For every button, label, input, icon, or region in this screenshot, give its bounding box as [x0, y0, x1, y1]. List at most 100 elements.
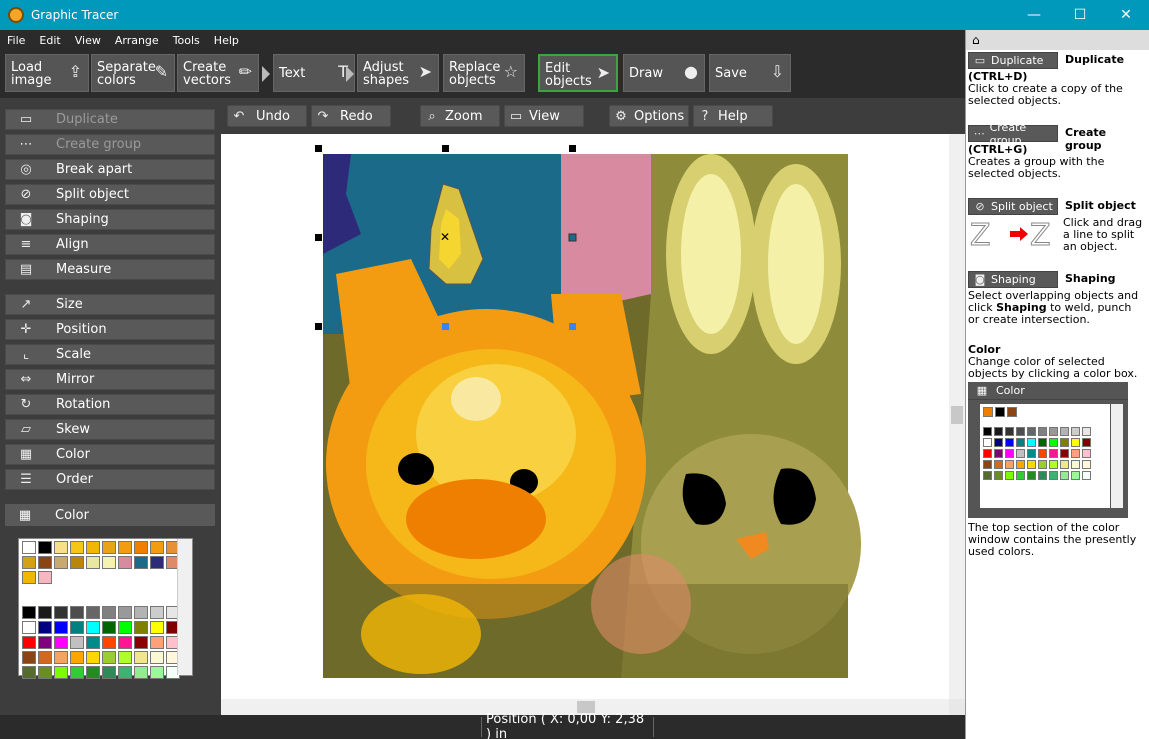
color-swatch[interactable] [1027, 449, 1036, 458]
menu-edit[interactable]: Edit [32, 34, 67, 47]
color-swatch[interactable] [54, 556, 68, 569]
color-swatch[interactable] [1049, 427, 1058, 436]
color-swatch[interactable] [1005, 427, 1014, 436]
color-swatch[interactable] [1049, 471, 1058, 480]
color-swatch[interactable] [38, 621, 52, 634]
create-group-tool[interactable]: ⋯ Create group [5, 134, 215, 155]
zoom-button[interactable]: ⌕ Zoom [420, 105, 500, 127]
color-swatch[interactable] [134, 541, 148, 554]
color-swatch[interactable] [70, 621, 84, 634]
color-swatch[interactable] [150, 606, 164, 619]
color-swatch[interactable] [1071, 460, 1080, 469]
color-swatch[interactable] [70, 556, 84, 569]
color-swatch[interactable] [102, 666, 116, 679]
color-swatch[interactable] [70, 651, 84, 664]
color-swatch[interactable] [1027, 438, 1036, 447]
color-swatch[interactable] [86, 606, 100, 619]
color-swatch[interactable] [22, 556, 36, 569]
color-swatch[interactable] [1038, 460, 1047, 469]
color-swatch[interactable] [38, 571, 52, 584]
home-icon[interactable]: ⌂ [972, 33, 980, 47]
color-swatch[interactable] [1005, 471, 1014, 480]
maximize-button[interactable]: ☐ [1057, 0, 1103, 30]
color-swatch[interactable] [983, 438, 992, 447]
color-swatch[interactable] [983, 449, 992, 458]
color-swatch[interactable] [1038, 427, 1047, 436]
color-swatch[interactable] [1071, 427, 1080, 436]
color-swatch[interactable] [1071, 471, 1080, 480]
color-swatch[interactable] [22, 606, 36, 619]
canvas-vertical-scrollbar[interactable] [949, 134, 965, 699]
color-swatch[interactable] [150, 541, 164, 554]
color-swatch[interactable] [1082, 438, 1091, 447]
color-swatch[interactable] [38, 606, 52, 619]
menu-file[interactable]: File [0, 34, 32, 47]
color-swatch[interactable] [118, 636, 132, 649]
color-swatch[interactable] [1005, 449, 1014, 458]
edit-objects-button[interactable]: Edit objects ➤ [538, 54, 618, 92]
color-swatch[interactable] [54, 666, 68, 679]
color-swatch[interactable] [1049, 438, 1058, 447]
color-swatch[interactable] [38, 541, 52, 554]
color-swatch[interactable] [1038, 471, 1047, 480]
drawing-canvas[interactable]: ✕ [221, 134, 949, 699]
color-swatch[interactable] [1016, 471, 1025, 480]
view-button[interactable]: ▭ View [504, 105, 584, 127]
color-swatch[interactable] [118, 541, 132, 554]
draw-button[interactable]: Draw ● [623, 54, 705, 92]
color-swatch[interactable] [1027, 427, 1036, 436]
color-swatch[interactable] [994, 460, 1003, 469]
traced-artwork[interactable]: ✕ [221, 134, 949, 699]
color-swatch[interactable] [38, 556, 52, 569]
color-swatch[interactable] [134, 606, 148, 619]
color-swatch[interactable] [1060, 471, 1069, 480]
color-swatch[interactable] [22, 571, 36, 584]
color-swatch[interactable] [994, 471, 1003, 480]
color-swatch[interactable] [1060, 449, 1069, 458]
scale-tool[interactable]: ⌞ Scale [5, 344, 215, 365]
color-swatch[interactable] [983, 427, 992, 436]
color-swatch[interactable] [1016, 438, 1025, 447]
color-swatch[interactable] [134, 556, 148, 569]
color-swatch[interactable] [1060, 427, 1069, 436]
replace-objects-button[interactable]: Replace objects ☆ [443, 54, 525, 92]
color-swatch[interactable] [1071, 438, 1080, 447]
color-swatch[interactable] [1038, 449, 1047, 458]
color-swatch[interactable] [118, 556, 132, 569]
color-swatch[interactable] [38, 666, 52, 679]
color-swatch[interactable] [118, 651, 132, 664]
color-swatch[interactable] [1016, 460, 1025, 469]
color-swatch[interactable] [994, 427, 1003, 436]
color-swatch[interactable] [1005, 438, 1014, 447]
position-tool[interactable]: ✛ Position [5, 319, 215, 340]
color-swatch[interactable] [1038, 438, 1047, 447]
color-swatch[interactable] [994, 449, 1003, 458]
color-swatch[interactable] [118, 666, 132, 679]
color-swatch[interactable] [150, 556, 164, 569]
color-swatch[interactable] [1027, 471, 1036, 480]
mirror-tool[interactable]: ⇔ Mirror [5, 369, 215, 390]
color-swatch[interactable] [22, 636, 36, 649]
color-swatch[interactable] [102, 651, 116, 664]
color-swatch[interactable] [86, 556, 100, 569]
color-swatch[interactable] [118, 606, 132, 619]
color-swatch[interactable] [118, 621, 132, 634]
vertical-scroll-thumb[interactable] [951, 406, 963, 424]
color-swatch[interactable] [150, 636, 164, 649]
color-tool[interactable]: ▦ Color [5, 444, 215, 465]
color-swatch[interactable] [54, 606, 68, 619]
color-swatch[interactable] [102, 636, 116, 649]
color-swatch[interactable] [983, 460, 992, 469]
options-button[interactable]: ⚙ Options [609, 105, 689, 127]
minimize-button[interactable]: — [1011, 0, 1057, 30]
load-image-button[interactable]: Load image ⇪ [5, 54, 89, 92]
color-swatch[interactable] [38, 636, 52, 649]
color-swatch[interactable] [1060, 438, 1069, 447]
color-swatch[interactable] [983, 471, 992, 480]
color-swatch[interactable] [1082, 471, 1091, 480]
color-swatch[interactable] [1049, 460, 1058, 469]
break-apart-tool[interactable]: ◎ Break apart [5, 159, 215, 180]
separate-colors-button[interactable]: Separate colors ✎ [91, 54, 175, 92]
color-swatch[interactable] [1060, 460, 1069, 469]
color-swatch[interactable] [102, 556, 116, 569]
